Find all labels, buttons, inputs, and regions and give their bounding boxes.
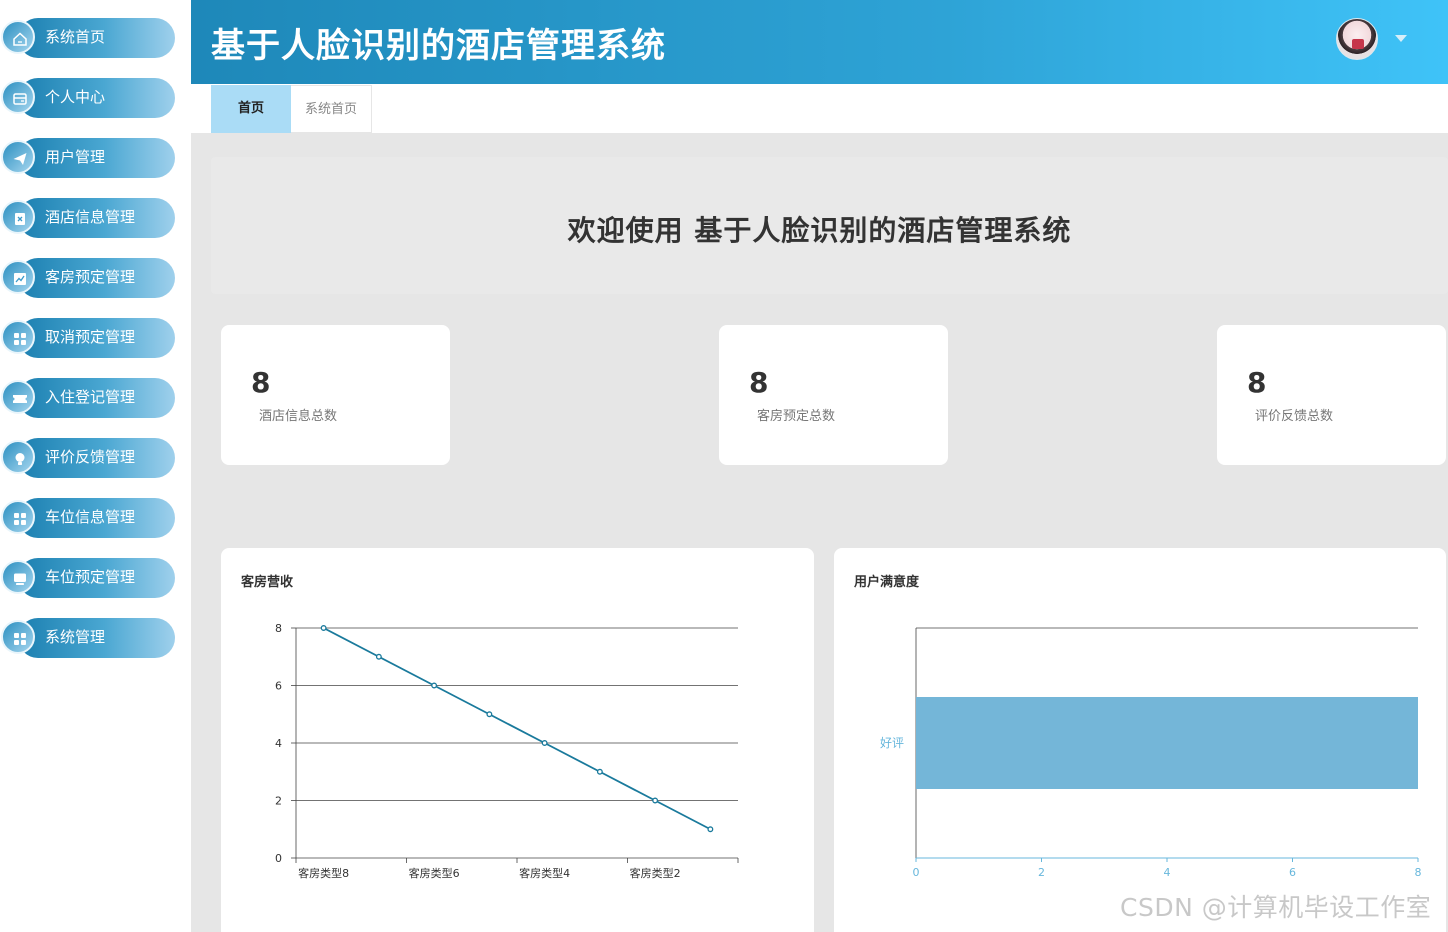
y-tick-label: 8 <box>275 622 282 635</box>
stat-value: 8 <box>1247 366 1267 399</box>
stat-card-feedback: 8 评价反馈总数 <box>1217 325 1446 465</box>
sidebar: 系统首页个人中心用户管理酒店信息管理 客房预定管理 取消预定管理 入住登记管理 评价反馈… <box>0 0 191 932</box>
tab-system-home[interactable]: 系统首页 <box>291 85 372 133</box>
main-content: 欢迎使用 基于人脸识别的酒店管理系统 8 酒店信息总数 8 客房预定总数 8 评… <box>191 134 1448 932</box>
monitor-icon <box>12 571 28 587</box>
sidebar-item-6[interactable]: 取消预定管理 <box>0 317 176 359</box>
sidebar-item-10[interactable]: 车位预定管理 <box>0 557 176 599</box>
grid-icon <box>12 331 28 347</box>
sidebar-item-11[interactable]: 系统管理 <box>0 617 176 659</box>
chart-icon <box>12 271 28 287</box>
sidebar-item-label: 个人中心 <box>45 88 106 106</box>
x-tick-label: 客房类型4 <box>519 866 570 880</box>
y-tick-label: 6 <box>275 680 282 693</box>
nav-icon-circle <box>1 320 35 354</box>
revenue-line-chart: 0 2 4 6 8 客房类型8 客房类型6 客房类型4 客房类型2 <box>275 622 739 880</box>
stat-label: 酒店信息总数 <box>259 409 338 424</box>
sidebar-item-label: 用户管理 <box>45 148 106 166</box>
x-tick-label: 4 <box>1164 866 1171 879</box>
x-tick-label: 6 <box>1289 866 1296 879</box>
y-tick-label: 4 <box>275 737 282 750</box>
sidebar-item-label: 客房预定管理 <box>45 268 136 286</box>
x-tick-label: 客房类型6 <box>409 866 460 880</box>
sidebar-item-label: 评价反馈管理 <box>45 448 136 466</box>
sidebar-item-3[interactable]: 用户管理 <box>0 137 176 179</box>
nav-icon-circle <box>1 140 35 174</box>
series-line <box>323 627 711 831</box>
y-tick-label: 好评 <box>880 736 904 750</box>
sidebar-item-9[interactable]: 车位信息管理 <box>0 497 176 539</box>
data-point <box>652 797 659 804</box>
grid-icon <box>12 631 28 647</box>
sidebar-item-label: 取消预定管理 <box>45 328 136 346</box>
x-tick-label: 8 <box>1415 866 1422 879</box>
nav-icon-circle <box>1 500 35 534</box>
sidebar-item-7[interactable]: 入住登记管理 <box>0 377 176 419</box>
x-tick-label: 客房类型8 <box>298 866 349 880</box>
app-title: 基于人脸识别的酒店管理系统 <box>211 26 666 66</box>
data-point <box>375 653 382 660</box>
data-point <box>486 711 493 718</box>
sidebar-item-label: 系统首页 <box>45 28 106 46</box>
stat-value: 8 <box>251 366 271 399</box>
clipboard-icon <box>12 211 28 227</box>
data-point <box>431 682 438 689</box>
tab-home[interactable]: 首页 <box>211 85 291 133</box>
bulb-icon <box>12 451 28 467</box>
sidebar-item-8[interactable]: 评价反馈管理 <box>0 437 176 479</box>
ticket-icon <box>12 391 28 407</box>
nav-icon-circle <box>1 200 35 234</box>
watermark: CSDN @计算机毕设工作室 <box>1120 893 1432 922</box>
x-tick-label: 2 <box>1038 866 1045 879</box>
sidebar-item-label: 酒店信息管理 <box>45 208 136 226</box>
nav-icon-circle <box>1 80 35 114</box>
sidebar-item-label: 车位信息管理 <box>45 508 136 526</box>
tab-bar: 首页 系统首页 <box>191 84 1448 134</box>
sidebar-item-2[interactable]: 个人中心 <box>0 77 176 119</box>
sidebar-item-label: 车位预定管理 <box>45 568 136 586</box>
x-tick-label: 客房类型2 <box>630 866 681 880</box>
x-tick-label: 0 <box>913 866 920 879</box>
data-point <box>707 826 714 833</box>
nav-icon-circle <box>1 260 35 294</box>
nav-icon-circle <box>1 380 35 414</box>
nav-icon-circle <box>1 560 35 594</box>
caret-down-icon[interactable] <box>1395 35 1407 42</box>
satisfaction-bar-chart: 0 2 4 6 8 好评 <box>880 627 1422 879</box>
grid-icon <box>12 511 28 527</box>
user-avatar[interactable] <box>1336 18 1378 60</box>
nav-icon-circle <box>1 20 35 54</box>
stat-value: 8 <box>749 366 769 399</box>
sidebar-item-label: 系统管理 <box>45 628 106 646</box>
nav-icon-circle <box>1 620 35 654</box>
data-point <box>596 768 603 775</box>
satisfaction-panel: 用户满意度 0 2 4 6 8 好评 <box>834 548 1446 932</box>
send-icon <box>12 151 28 167</box>
avatar-detail <box>1352 39 1364 49</box>
data-point <box>541 740 548 746</box>
stat-label: 客房预定总数 <box>757 409 836 424</box>
nav-icon-circle <box>1 440 35 474</box>
welcome-text: 欢迎使用 基于人脸识别的酒店管理系统 <box>567 214 1072 247</box>
stat-card-booking: 8 客房预定总数 <box>719 325 948 465</box>
data-point <box>320 625 327 631</box>
card-icon <box>12 91 28 107</box>
y-tick-label: 2 <box>275 795 282 808</box>
stat-card-hotel: 8 酒店信息总数 <box>221 325 450 465</box>
home-icon <box>12 31 28 47</box>
revenue-panel: 客房营收 0 2 4 6 8 客房类型8 客房类型6 客房类型4 客房类型2 <box>221 548 814 932</box>
y-tick-label: 0 <box>275 852 282 865</box>
sidebar-item-5[interactable]: 客房预定管理 <box>0 257 176 299</box>
sidebar-item-4[interactable]: 酒店信息管理 <box>0 197 176 239</box>
bar <box>916 697 1418 789</box>
stat-label: 评价反馈总数 <box>1255 409 1334 424</box>
sidebar-item-1[interactable]: 系统首页 <box>0 17 176 59</box>
sidebar-item-label: 入住登记管理 <box>45 388 136 406</box>
header: 基于人脸识别的酒店管理系统 <box>191 0 1448 84</box>
